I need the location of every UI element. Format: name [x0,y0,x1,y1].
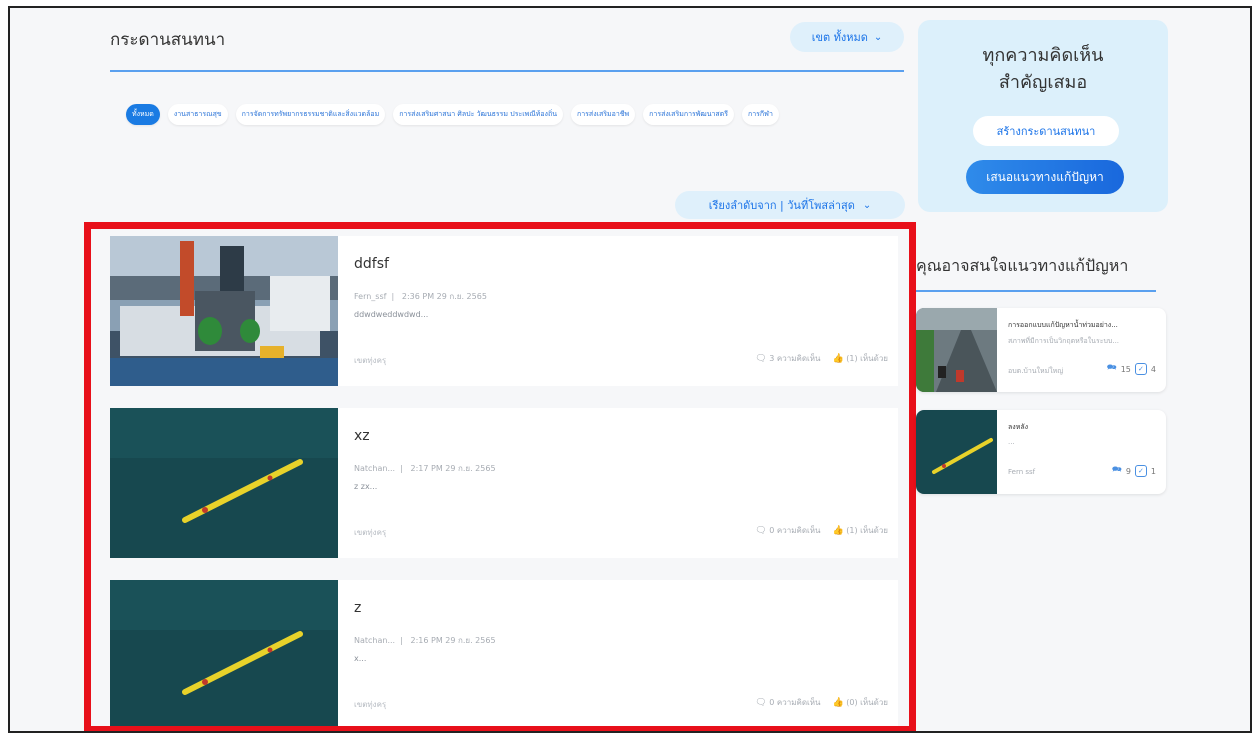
suggestion-card[interactable]: การออกแบบแก้ปัญหาน้ำท่วมอย่าง... สภาพที่… [916,308,1166,392]
chevron-down-icon: ⌄ [862,199,872,211]
propose-solution-button[interactable]: เสนอแนวทางแก้ปัญหา [966,160,1124,194]
app-frame: กระดานสนทนา เขต ทั้งหมด ⌄ ทั้งหมด งานสาธ… [8,6,1252,733]
suggestion-card-title: ลงหลัง [1008,423,1029,431]
suggestion-card-title: การออกแบบแก้ปัญหาน้ำท่วมอย่าง... [1008,321,1118,329]
zone-filter-label: เขต ทั้งหมด [811,31,868,44]
suggestion-thumbnail [916,410,997,494]
suggestion-thumbnail [916,308,997,392]
suggestion-title: คุณอาจสนใจแนวทางแก้ปัญหา [916,256,1129,275]
suggestion-card-stats: 🗪 15 ✓ 4 [1107,362,1156,376]
category-chip[interactable]: การส่งเสริมศาสนา ศิลปะ วัฒนธรรม ประเพณีท… [393,104,563,125]
category-chip[interactable]: งานสาธารณสุข [167,104,228,125]
cta-title: ทุกความคิดเห็น สำคัญเสมอ [918,42,1168,96]
cta-title-line2: สำคัญเสมอ [998,72,1088,93]
title-divider [110,70,904,72]
sort-dropdown[interactable]: เรียงลำดับจาก | วันที่โพสล่าสุด ⌄ [675,191,905,219]
create-board-button[interactable]: สร้างกระดานสนทนา [973,116,1119,146]
suggestion-card-subtitle: ... [1008,438,1015,446]
suggestion-divider [916,290,1156,292]
zone-filter-dropdown[interactable]: เขต ทั้งหมด ⌄ [790,22,904,52]
check-icon: ✓ [1134,465,1147,477]
suggestion-card-author: อบต.บ้านใหม่ใหญ่ [1008,367,1064,375]
sort-label: เรียงลำดับจาก | วันที่โพสล่าสุด [708,199,855,212]
cta-card: ทุกความคิดเห็น สำคัญเสมอ สร้างกระดานสนทน… [918,20,1168,212]
category-chip-all[interactable]: ทั้งหมด [126,104,160,125]
category-chip[interactable]: การส่งเสริมการพัฒนาสตรี [643,104,734,125]
suggestion-card-author: Fern ssf [1008,468,1036,476]
chevron-down-icon: ⌄ [873,31,883,43]
highlight-box [84,222,916,731]
check-icon: ✓ [1134,363,1147,375]
page-title: กระดานสนทนา [110,30,226,50]
cta-title-line1: ทุกความคิดเห็น [982,45,1104,66]
category-chip[interactable]: การส่งเสริมอาชีพ [571,104,636,125]
suggestion-card-subtitle: สภาพที่มีการเป็นวิกฤตหรือในระบบ... [1008,337,1120,345]
suggestion-card[interactable]: ลงหลัง ... Fern ssf 🗪 9 ✓ 1 [916,410,1166,494]
comments-icon: 🗪 [1106,363,1117,372]
comments-icon: 🗪 [1111,465,1122,474]
category-chips: ทั้งหมด งานสาธารณสุข การจัดการทรัพยากรธร… [126,104,826,125]
suggestion-card-stats: 🗪 9 ✓ 1 [1112,464,1156,478]
category-chip[interactable]: การจัดการทรัพยากรธรรมชาติและสิ่งแวดล้อม [235,104,386,125]
category-chip[interactable]: การกีฬา [742,104,779,125]
